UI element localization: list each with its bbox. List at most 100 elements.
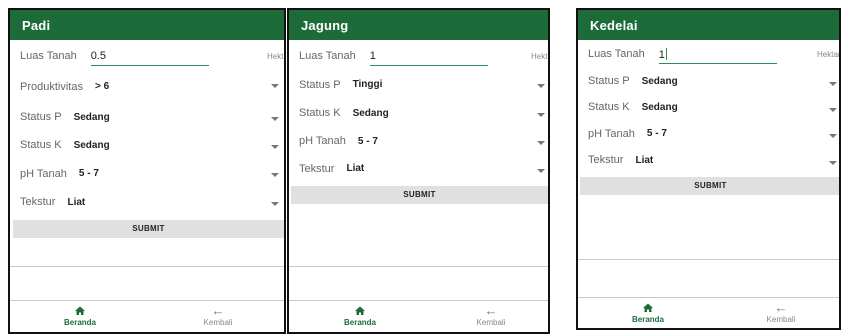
nav-kembali[interactable]: ← Kembali (461, 304, 521, 327)
app-bar: Jagung (289, 10, 548, 40)
select-label: pH Tanah (299, 135, 346, 147)
nav-beranda[interactable]: Beranda (50, 304, 110, 327)
divider (289, 300, 548, 301)
luas-tanah-label: Luas Tanah (299, 50, 356, 62)
select-label: Status P (20, 111, 62, 123)
luas-tanah-input[interactable]: 1 (658, 44, 777, 64)
luas-tanah-input[interactable]: 1 (369, 46, 488, 66)
bottom-nav: Beranda ← Kembali (289, 302, 548, 332)
select-tekstur[interactable]: Tekstur Liat (299, 155, 548, 182)
phone-screen-kedelai: Kedelai Luas Tanah 1 Hektar Status P Sed… (576, 8, 841, 330)
select-status-p[interactable]: Status P Tinggi (299, 70, 548, 99)
dropdown-caret-icon (537, 141, 545, 145)
dropdown-caret-icon (829, 134, 837, 138)
app-bar: Padi (10, 10, 284, 40)
submit-button[interactable]: SUBMIT (580, 177, 839, 195)
dropdown-caret-icon (271, 145, 279, 149)
select-value: Tinggi (352, 79, 383, 90)
page-title: Jagung (301, 18, 349, 33)
submit-button[interactable]: SUBMIT (291, 186, 548, 204)
dropdown-caret-icon (829, 108, 837, 112)
select-label: pH Tanah (20, 167, 67, 180)
dropdown-caret-icon (829, 161, 837, 165)
dropdown-caret-icon (829, 82, 837, 86)
select-status-p[interactable]: Status P Sedang (20, 103, 284, 131)
submit-button[interactable]: SUBMIT (13, 220, 284, 238)
arrow-left-icon: ← (774, 300, 788, 315)
select-label: pH Tanah (588, 127, 635, 140)
divider (10, 266, 284, 267)
home-icon (618, 301, 678, 314)
select-tekstur[interactable]: Tekstur Liat (588, 147, 839, 173)
unit-label: Hektar (267, 52, 284, 61)
nav-label: Kembali (766, 315, 796, 324)
nav-kembali[interactable]: ← Kembali (751, 301, 811, 324)
select-ph-tanah[interactable]: pH Tanah 5 - 7 (20, 159, 284, 188)
dropdown-caret-icon (271, 84, 279, 88)
select-label: Tekstur (588, 154, 624, 166)
select-value: Sedang (73, 139, 110, 151)
select-produktivitas[interactable]: Produktivitas > 6 (20, 70, 284, 103)
arrow-left-icon: ← (211, 303, 225, 318)
select-value: Sedang (641, 75, 678, 87)
phone-screen-jagung: Jagung Luas Tanah 1 Hektar Status P Ting… (287, 8, 550, 334)
select-ph-tanah[interactable]: pH Tanah 5 - 7 (588, 120, 839, 147)
select-label: Status P (588, 75, 630, 87)
select-label: Status K (588, 101, 630, 113)
select-value: Liat (67, 196, 86, 208)
luas-tanah-row: Luas Tanah 1 Hektar (299, 42, 548, 70)
select-value: Liat (346, 163, 365, 174)
nav-kembali[interactable]: ← Kembali (188, 304, 248, 327)
select-tekstur[interactable]: Tekstur Liat (20, 188, 284, 216)
nav-beranda[interactable]: Beranda (330, 304, 390, 327)
luas-tanah-row: Luas Tanah 0.5 Hektar (20, 42, 284, 70)
luas-tanah-input[interactable]: 0.5 (90, 46, 209, 66)
input-form: Luas Tanah 1 Hektar Status P Tinggi Stat… (289, 40, 548, 182)
luas-tanah-label: Luas Tanah (588, 48, 645, 60)
divider (578, 259, 839, 260)
nav-label: Kembali (476, 318, 506, 327)
select-value: > 6 (94, 81, 110, 92)
select-value: 5 - 7 (78, 168, 99, 179)
select-ph-tanah[interactable]: pH Tanah 5 - 7 (299, 127, 548, 155)
select-value: 5 - 7 (646, 128, 667, 139)
select-label: Status P (299, 78, 341, 91)
divider (289, 266, 548, 267)
home-icon (330, 304, 390, 317)
dropdown-caret-icon (537, 169, 545, 173)
select-value: Sedang (73, 111, 110, 123)
arrow-left-icon: ← (484, 303, 498, 318)
phone-screen-padi: Padi Luas Tanah 0.5 Hektar Produktivitas… (8, 8, 286, 334)
luas-tanah-value: 1 (369, 50, 376, 62)
select-label: Tekstur (20, 196, 56, 208)
select-label: Status K (20, 139, 62, 151)
nav-label: Beranda (631, 315, 664, 324)
luas-tanah-label: Luas Tanah (20, 50, 77, 62)
luas-tanah-row: Luas Tanah 1 Hektar (588, 40, 839, 68)
dropdown-caret-icon (537, 84, 545, 88)
select-value: Sedang (352, 107, 389, 119)
select-status-k[interactable]: Status K Sedang (20, 131, 284, 159)
input-form: Luas Tanah 1 Hektar Status P Sedang Stat… (578, 40, 839, 173)
nav-label: Beranda (63, 318, 96, 327)
select-value: Liat (635, 154, 654, 166)
dropdown-caret-icon (271, 173, 279, 177)
luas-tanah-value: 0.5 (90, 50, 106, 62)
home-icon (50, 304, 110, 317)
page-title: Padi (22, 18, 51, 33)
divider (578, 297, 839, 298)
page-title: Kedelai (590, 18, 638, 33)
dropdown-caret-icon (271, 202, 279, 206)
bottom-nav: Beranda ← Kembali (10, 302, 284, 332)
dropdown-caret-icon (271, 117, 279, 121)
select-status-k[interactable]: Status K Sedang (588, 94, 839, 120)
select-status-k[interactable]: Status K Sedang (299, 99, 548, 127)
nav-label: Kembali (203, 318, 233, 327)
select-status-p[interactable]: Status P Sedang (588, 68, 839, 94)
unit-label: Hektar (531, 52, 548, 61)
select-value: 5 - 7 (357, 135, 378, 147)
nav-beranda[interactable]: Beranda (618, 301, 678, 324)
unit-label: Hektar (817, 50, 841, 59)
dropdown-caret-icon (537, 113, 545, 117)
nav-label: Beranda (343, 318, 376, 327)
